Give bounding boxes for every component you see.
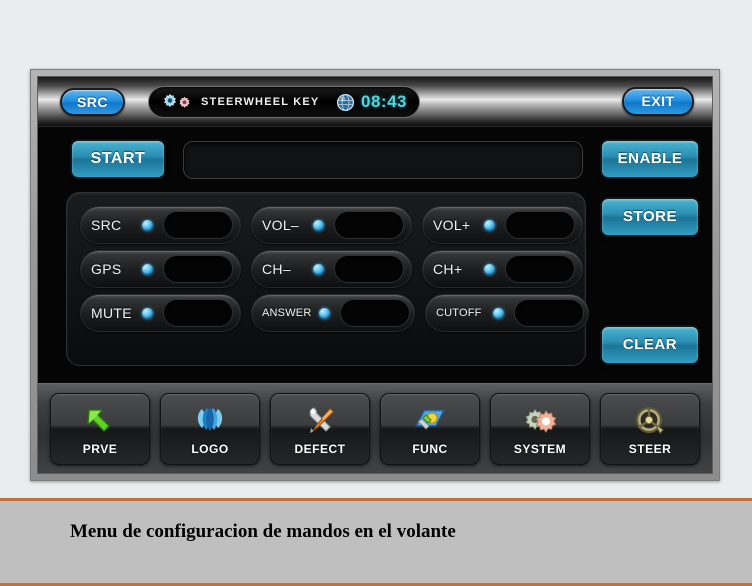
key-cell-gps[interactable]: GPS (80, 250, 241, 288)
steering-wheel-icon (635, 406, 664, 434)
src-button[interactable]: SRC (60, 88, 125, 116)
key-label: GPS (91, 261, 122, 277)
clock-display: 08:43 (361, 92, 407, 111)
key-value-box[interactable] (334, 211, 404, 239)
nav-label: STEER (628, 441, 672, 456)
caption-label: Menu de configuracion de mandos en el vo… (70, 521, 456, 542)
led-indicator (142, 263, 153, 275)
key-label: CH– (262, 261, 291, 277)
key-cell-mute[interactable]: MUTE (80, 294, 241, 332)
nav-button-defect[interactable]: DEFECT (270, 392, 370, 465)
nav-label: FUNC (412, 441, 448, 456)
main-screen: START ENABLE STORE CLEAR SRC VOL– VOL+ G… (38, 127, 712, 385)
key-display-field[interactable] (183, 141, 583, 179)
key-label: CH+ (433, 261, 463, 277)
key-value-box[interactable] (334, 255, 404, 283)
key-label: VOL– (262, 217, 299, 233)
key-cell-vol-up[interactable]: VOL+ (422, 206, 583, 244)
device-bezel: SRC STEERWHEEL KEY 08:43 EXIT START ENAB… (30, 69, 720, 481)
key-value-box[interactable] (163, 211, 233, 239)
bottom-nav-bar: PRVE LOGO DEFECT FUNC SYSTEM STEER (38, 383, 712, 473)
key-label: ANSWER (262, 307, 312, 319)
key-row: MUTE ANSWER CUTOFF (75, 291, 589, 335)
title-bar: SRC STEERWHEEL KEY 08:43 EXIT (38, 77, 712, 127)
key-label: MUTE (91, 305, 132, 321)
nav-button-system[interactable]: SYSTEM (490, 392, 590, 465)
key-value-box[interactable] (340, 299, 410, 327)
globe-icon (336, 93, 355, 111)
key-label: VOL+ (433, 217, 471, 233)
led-indicator (313, 263, 324, 275)
key-value-box[interactable] (163, 299, 233, 327)
gear-icon-pink (179, 96, 190, 108)
gear-pair-icons (161, 92, 195, 112)
led-indicator (142, 307, 153, 319)
blue-petals-icon (197, 406, 223, 431)
status-pill: STEERWHEEL KEY 08:43 (148, 86, 420, 118)
exit-button[interactable]: EXIT (622, 87, 694, 116)
nav-button-logo[interactable]: LOGO (160, 392, 260, 465)
device-screen: SRC STEERWHEEL KEY 08:43 EXIT START ENAB… (37, 76, 713, 474)
caption-band: Menu de configuracion de mandos en el vo… (0, 498, 752, 586)
led-indicator (484, 263, 495, 275)
led-indicator (142, 219, 153, 231)
key-cell-ch-up[interactable]: CH+ (422, 250, 583, 288)
key-cell-src[interactable]: SRC (80, 206, 241, 244)
nav-button-steer[interactable]: STEER (600, 392, 700, 465)
key-label: CUTOFF (436, 307, 482, 319)
key-value-box[interactable] (505, 211, 575, 239)
clear-button[interactable]: CLEAR (600, 325, 700, 365)
start-button[interactable]: START (70, 139, 166, 179)
nav-label: DEFECT (294, 441, 346, 456)
nav-button-prve[interactable]: PRVE (50, 392, 150, 465)
key-label: SRC (91, 217, 122, 233)
store-button[interactable]: STORE (600, 197, 700, 237)
enable-button[interactable]: ENABLE (600, 139, 700, 179)
key-cell-ch-down[interactable]: CH– (251, 250, 412, 288)
key-row: SRC VOL– VOL+ (75, 203, 583, 247)
key-value-box[interactable] (514, 299, 584, 327)
key-row: GPS CH– CH+ (75, 247, 583, 291)
wrench-screwdriver-icon (309, 406, 334, 433)
gears-icon (525, 408, 557, 433)
led-indicator (319, 307, 330, 319)
led-indicator (484, 219, 495, 231)
blue-panel-tools-icon (415, 408, 445, 430)
key-value-box[interactable] (505, 255, 575, 283)
key-cell-cutoff[interactable]: CUTOFF (425, 294, 589, 332)
key-assignment-panel: SRC VOL– VOL+ GPS CH– CH+ MUTE ANSWER CU… (66, 192, 589, 366)
screenshot-root: SRC STEERWHEEL KEY 08:43 EXIT START ENAB… (0, 0, 752, 586)
led-indicator (313, 219, 324, 231)
led-indicator (493, 307, 504, 319)
key-value-box[interactable] (163, 255, 233, 283)
green-arrow-icon (87, 408, 110, 432)
nav-button-func[interactable]: FUNC (380, 392, 480, 465)
nav-label: LOGO (191, 441, 229, 456)
key-cell-vol-down[interactable]: VOL– (251, 206, 412, 244)
status-label: STEERWHEEL KEY (201, 96, 320, 108)
nav-label: PRVE (82, 441, 118, 456)
key-cell-answer[interactable]: ANSWER (251, 294, 415, 332)
nav-label: SYSTEM (513, 441, 567, 456)
